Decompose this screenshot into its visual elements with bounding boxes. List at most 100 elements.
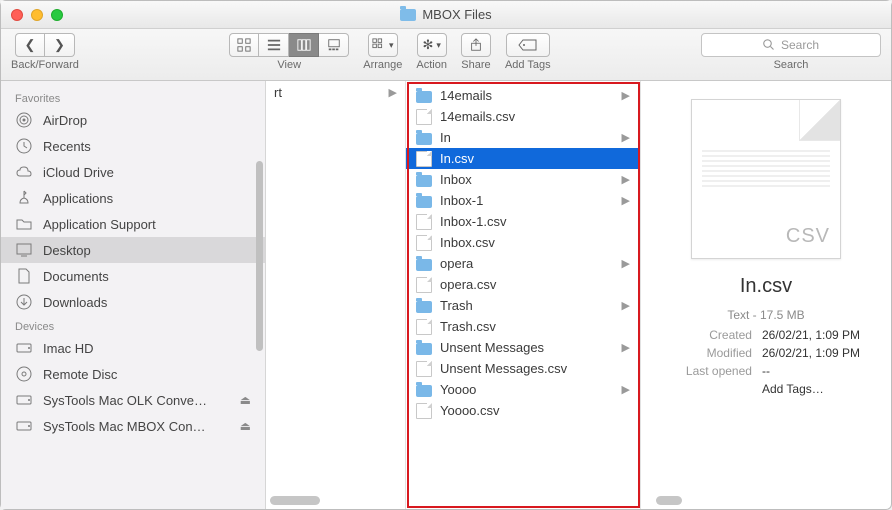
chevron-down-icon: ▾ (389, 40, 394, 51)
file-name: Unsent Messages (440, 340, 544, 355)
file-row[interactable]: In▶ (406, 127, 640, 148)
sidebar-item-label: iCloud Drive (43, 165, 114, 180)
sidebar-item-imac-hd[interactable]: Imac HD (1, 335, 265, 361)
file-row[interactable]: Inbox-1▶ (406, 190, 640, 211)
sidebar-item-downloads[interactable]: Downloads (1, 289, 265, 315)
sidebar-item-applications[interactable]: Applications (1, 185, 265, 211)
document-icon (416, 109, 432, 125)
preview-filename: In.csv (740, 275, 792, 298)
eject-icon[interactable]: ⏏ (240, 419, 251, 433)
file-name: 14emails.csv (440, 109, 515, 124)
add-tags-button[interactable] (506, 33, 550, 57)
back-forward-group: ❮ ❯ Back/Forward (11, 33, 79, 71)
modified-value: 26/02/21, 1:09 PM (762, 346, 860, 360)
add-tags-label: Add Tags (505, 59, 551, 71)
sidebar-item-label: Remote Disc (43, 367, 117, 382)
file-row[interactable]: Trash.csv (406, 316, 640, 337)
window-title-text: MBOX Files (422, 7, 491, 22)
file-row[interactable]: Unsent Messages▶ (406, 337, 640, 358)
file-name: Inbox.csv (440, 235, 495, 250)
applications-icon (15, 189, 33, 207)
arrange-button[interactable]: ▾ (368, 33, 398, 57)
tag-icon (518, 38, 538, 52)
preview-meta-table: Created 26/02/21, 1:09 PM Modified 26/02… (672, 328, 860, 396)
window-title: MBOX Files (1, 7, 891, 22)
tags-group: Add Tags (505, 33, 551, 71)
file-row[interactable]: Yoooo.csv (406, 400, 640, 421)
chevron-right-icon: ▶ (622, 299, 630, 312)
folder-icon (416, 301, 432, 313)
share-label: Share (461, 59, 490, 71)
list-icon (267, 38, 281, 52)
sidebar-item-systools-mac-mbox-con-[interactable]: SysTools Mac MBOX Con… ⏏ (1, 413, 265, 439)
file-row[interactable]: opera▶ (406, 253, 640, 274)
document-icon (416, 214, 432, 230)
sidebar-item-airdrop[interactable]: AirDrop (1, 107, 265, 133)
file-row[interactable]: Unsent Messages.csv (406, 358, 640, 379)
action-button[interactable]: ✻ ▾ (417, 33, 447, 57)
file-name: opera (440, 256, 473, 271)
document-icon (416, 235, 432, 251)
sidebar-item-icloud-drive[interactable]: iCloud Drive (1, 159, 265, 185)
sidebar-item-remote-disc[interactable]: Remote Disc (1, 361, 265, 387)
back-button[interactable]: ❮ (15, 33, 45, 57)
sidebar-item-documents[interactable]: Documents (1, 263, 265, 289)
desktop-icon (15, 241, 33, 259)
preview-kind-size: Text - 17.5 MB (727, 308, 804, 322)
hd-icon (15, 417, 33, 435)
search-group: Search Search (701, 33, 881, 71)
main-area: Favorites AirDropRecentsiCloud DriveAppl… (1, 81, 891, 509)
scrollbar-thumb[interactable] (656, 496, 682, 505)
devices-header: Devices (1, 315, 265, 335)
sidebar-item-label: Desktop (43, 243, 91, 258)
file-name: Trash.csv (440, 319, 496, 334)
file-row[interactable]: Trash▶ (406, 295, 640, 316)
scrollbar-thumb[interactable] (270, 496, 320, 505)
file-row[interactable]: Inbox.csv (406, 232, 640, 253)
file-row[interactable]: 14emails.csv (406, 106, 640, 127)
column-1-item[interactable]: rt ▶ (266, 81, 405, 104)
share-button[interactable] (461, 33, 491, 57)
preview-badge: CSV (786, 225, 830, 248)
view-list-button[interactable] (259, 33, 289, 57)
share-icon (469, 38, 483, 52)
file-row[interactable]: opera.csv (406, 274, 640, 295)
folder-icon (416, 133, 432, 145)
folder-icon (416, 196, 432, 208)
eject-icon[interactable]: ⏏ (240, 393, 251, 407)
airdrop-icon (15, 111, 33, 129)
file-name: In (440, 130, 451, 145)
file-row[interactable]: 14emails ▶ (406, 85, 640, 106)
sidebar-item-label: SysTools Mac MBOX Con… (43, 419, 206, 434)
search-input[interactable]: Search (701, 33, 881, 57)
file-row[interactable]: Inbox▶ (406, 169, 640, 190)
icloud-icon (15, 163, 33, 181)
grid-icon (237, 38, 251, 52)
file-name: Yoooo (440, 382, 476, 397)
file-row[interactable]: Inbox-1.csv (406, 211, 640, 232)
columns-icon (297, 38, 311, 52)
sidebar-item-desktop[interactable]: Desktop (1, 237, 265, 263)
sidebar-item-label: Application Support (43, 217, 156, 232)
file-row[interactable]: Yoooo▶ (406, 379, 640, 400)
bottom-scrollbar[interactable] (270, 496, 692, 506)
minimize-icon[interactable] (31, 9, 43, 21)
sidebar-item-application-support[interactable]: Application Support (1, 211, 265, 237)
action-group: ✻ ▾ Action (416, 33, 447, 71)
view-columns-button[interactable] (289, 33, 319, 57)
sidebar-scrollbar[interactable] (256, 161, 263, 351)
search-icon (763, 39, 775, 51)
zoom-icon[interactable] (51, 9, 63, 21)
close-icon[interactable] (11, 9, 23, 21)
view-gallery-button[interactable] (319, 33, 349, 57)
chevron-down-icon: ▾ (436, 40, 441, 51)
forward-button[interactable]: ❯ (45, 33, 75, 57)
view-group: View (229, 33, 349, 71)
sidebar-item-recents[interactable]: Recents (1, 133, 265, 159)
chevron-right-icon: ▶ (622, 89, 630, 102)
sidebar-item-systools-mac-olk-conve-[interactable]: SysTools Mac OLK Conve…⏏ (1, 387, 265, 413)
file-row[interactable]: In.csv (406, 148, 640, 169)
view-icons-button[interactable] (229, 33, 259, 57)
file-name: 14emails (440, 88, 492, 103)
add-tags-link[interactable]: Add Tags… (762, 382, 860, 396)
